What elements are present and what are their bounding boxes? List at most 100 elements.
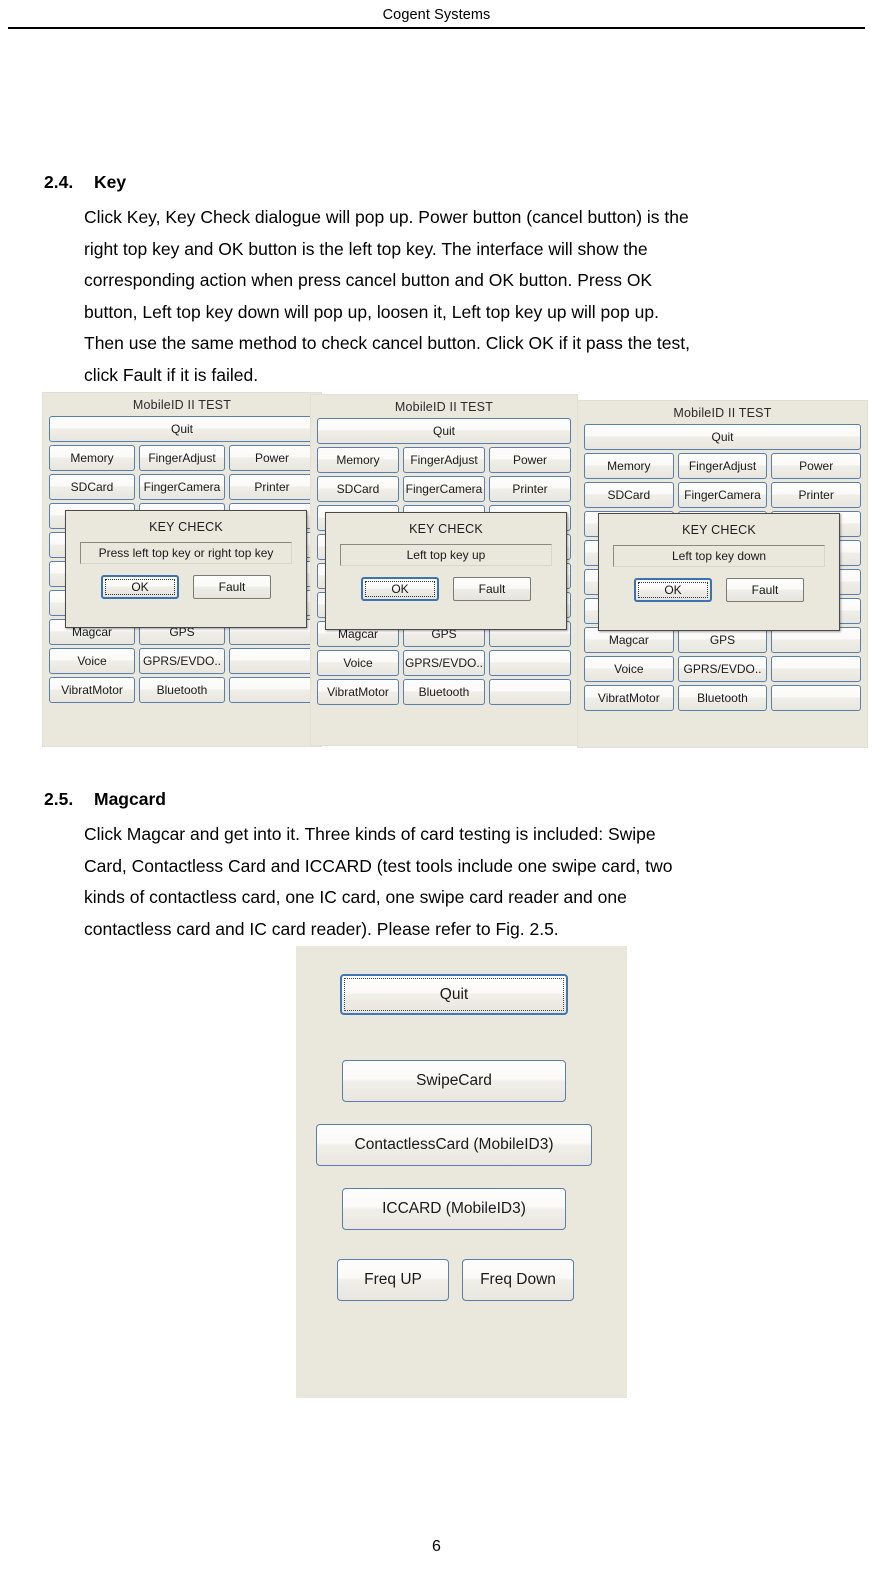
paragraph-line: contactless card and IC card reader). Pl… [84,918,559,939]
paragraph-line: Card, Contactless Card and ICCARD (test … [84,855,673,876]
button-row: Voice GPRS/EVDO.. [49,648,315,674]
unlabeled-button[interactable] [229,677,315,703]
button-row: Memory FingerAdjust Power [584,453,862,479]
fault-button[interactable]: Fault [726,578,804,602]
header-divider [8,27,865,29]
button-row: SDCard FingerCamera Printer [584,482,862,508]
button-row: VibratMotor Bluetooth [49,677,315,703]
key-check-message-field: Left top key down [613,545,825,567]
fingeradjust-button[interactable]: FingerAdjust [139,445,225,471]
magcard-test-panel: Quit SwipeCard ContactlessCard (MobileID… [296,946,627,1398]
header-title: Cogent Systems [382,7,491,23]
ok-button[interactable]: OK [634,578,712,602]
key-check-dialog-buttons: OK Fault [326,577,566,601]
fingercamera-button[interactable]: FingerCamera [139,474,225,500]
paragraph-line: Click Magcar and get into it. Three kind… [84,824,656,844]
fingercamera-button[interactable]: FingerCamera [677,482,768,508]
section-title-magcard: Magcard [94,789,166,809]
gprs-evdo-button[interactable]: GPRS/EVDO.. [677,656,768,682]
memory-button[interactable]: Memory [49,445,135,471]
gprs-evdo-button[interactable]: GPRS/EVDO.. [403,650,485,676]
memory-button[interactable]: Memory [584,453,674,479]
quit-button[interactable]: Quit [340,974,568,1015]
power-button[interactable]: Power [771,453,862,479]
mobileid-panel-title: MobileID II TEST [394,400,494,414]
voice-button[interactable]: Voice [317,650,399,676]
printer-button[interactable]: Printer [229,474,315,500]
paragraph-line: corresponding action when press cancel b… [84,270,653,290]
memory-button[interactable]: Memory [317,447,399,473]
fingercamera-button[interactable]: FingerCamera [403,476,485,502]
quit-button[interactable]: Quit [317,418,571,444]
unlabeled-button[interactable] [229,648,315,674]
paragraph-line: button, Left top key down will pop up, l… [84,301,659,322]
sdcard-button[interactable]: SDCard [584,482,674,508]
section-heading-magcard: 2.5. Magcard [44,789,166,810]
quit-button[interactable]: Quit [584,424,861,450]
mobileid-test-panel: MobileID II TEST Quit Memory FingerAdjus… [310,394,578,746]
freq-up-button[interactable]: Freq UP [337,1259,449,1301]
key-check-dialog-buttons: OK Fault [66,575,306,599]
voice-button[interactable]: Voice [49,648,135,674]
gprs-evdo-button[interactable]: GPRS/EVDO.. [139,648,225,674]
swipecard-button[interactable]: SwipeCard [342,1060,566,1102]
button-row: Quit [317,418,571,444]
sdcard-button[interactable]: SDCard [49,474,135,500]
bluetooth-button[interactable]: Bluetooth [403,679,485,705]
key-check-dialog: KEY CHECK Left top key down OK Fault [598,513,840,631]
section-number-magcard: 2.5. [44,789,74,809]
mobileid-test-panel: MobileID II TEST Quit Memory FingerAdjus… [42,392,322,747]
button-row: Voice GPRS/EVDO.. [584,656,862,682]
section-paragraph-key: Click Key, Key Check dialogue will pop u… [84,202,873,391]
printer-button[interactable]: Printer [771,482,862,508]
key-check-dialog-title: KEY CHECK [409,522,483,536]
key-check-dialog-title: KEY CHECK [149,520,223,534]
fault-button[interactable]: Fault [193,575,271,599]
voice-button[interactable]: Voice [584,656,674,682]
iccard-button[interactable]: ICCARD (MobileID3) [342,1188,566,1230]
mobileid-panel-title: MobileID II TEST [673,406,772,420]
button-row: Memory FingerAdjust Power [49,445,315,471]
quit-button[interactable]: Quit [49,416,315,442]
fingeradjust-button[interactable]: FingerAdjust [403,447,485,473]
vibratmotor-button[interactable]: VibratMotor [584,685,674,711]
fault-button[interactable]: Fault [453,577,531,601]
button-row: Memory FingerAdjust Power [317,447,571,473]
button-row: VibratMotor Bluetooth [584,685,862,711]
ok-button[interactable]: OK [361,577,439,601]
vibratmotor-button[interactable]: VibratMotor [317,679,399,705]
paragraph-line: kinds of contactless card, one IC card, … [84,887,627,907]
sdcard-button[interactable]: SDCard [317,476,399,502]
paragraph-line: right top key and OK button is the left … [84,238,648,259]
bluetooth-button[interactable]: Bluetooth [139,677,225,703]
mobileid-panel-title: MobileID II TEST [132,398,232,412]
bluetooth-button[interactable]: Bluetooth [677,685,768,711]
key-check-dialog-buttons: OK Fault [599,578,839,602]
paragraph-line: Click Key, Key Check dialogue will pop u… [84,207,689,227]
figure-key-check: MobileID II TEST Quit Memory FingerAdjus… [42,392,868,754]
vibratmotor-button[interactable]: VibratMotor [49,677,135,703]
page-number: 6 [432,1538,441,1555]
unlabeled-button[interactable] [489,650,571,676]
unlabeled-button[interactable] [771,685,862,711]
unlabeled-button[interactable] [771,656,862,682]
button-row: SDCard FingerCamera Printer [49,474,315,500]
freq-down-button[interactable]: Freq Down [462,1259,574,1301]
key-check-dialog: KEY CHECK Press left top key or right to… [65,510,307,628]
button-row: VibratMotor Bluetooth [317,679,571,705]
unlabeled-button[interactable] [489,679,571,705]
page-header: Cogent Systems [0,0,873,30]
key-check-message-field: Left top key up [340,544,552,566]
button-row: Quit [584,424,861,450]
button-row: SDCard FingerCamera Printer [317,476,571,502]
ok-button[interactable]: OK [101,575,179,599]
paragraph-line: Then use the same method to check cancel… [84,333,690,353]
button-row: Voice GPRS/EVDO.. [317,650,571,676]
contactlesscard-button[interactable]: ContactlessCard (MobileID3) [316,1124,592,1166]
section-number-key: 2.4. [44,172,74,192]
power-button[interactable]: Power [489,447,571,473]
fingeradjust-button[interactable]: FingerAdjust [677,453,768,479]
key-check-dialog: KEY CHECK Left top key up OK Fault [325,512,567,630]
printer-button[interactable]: Printer [489,476,571,502]
power-button[interactable]: Power [229,445,315,471]
